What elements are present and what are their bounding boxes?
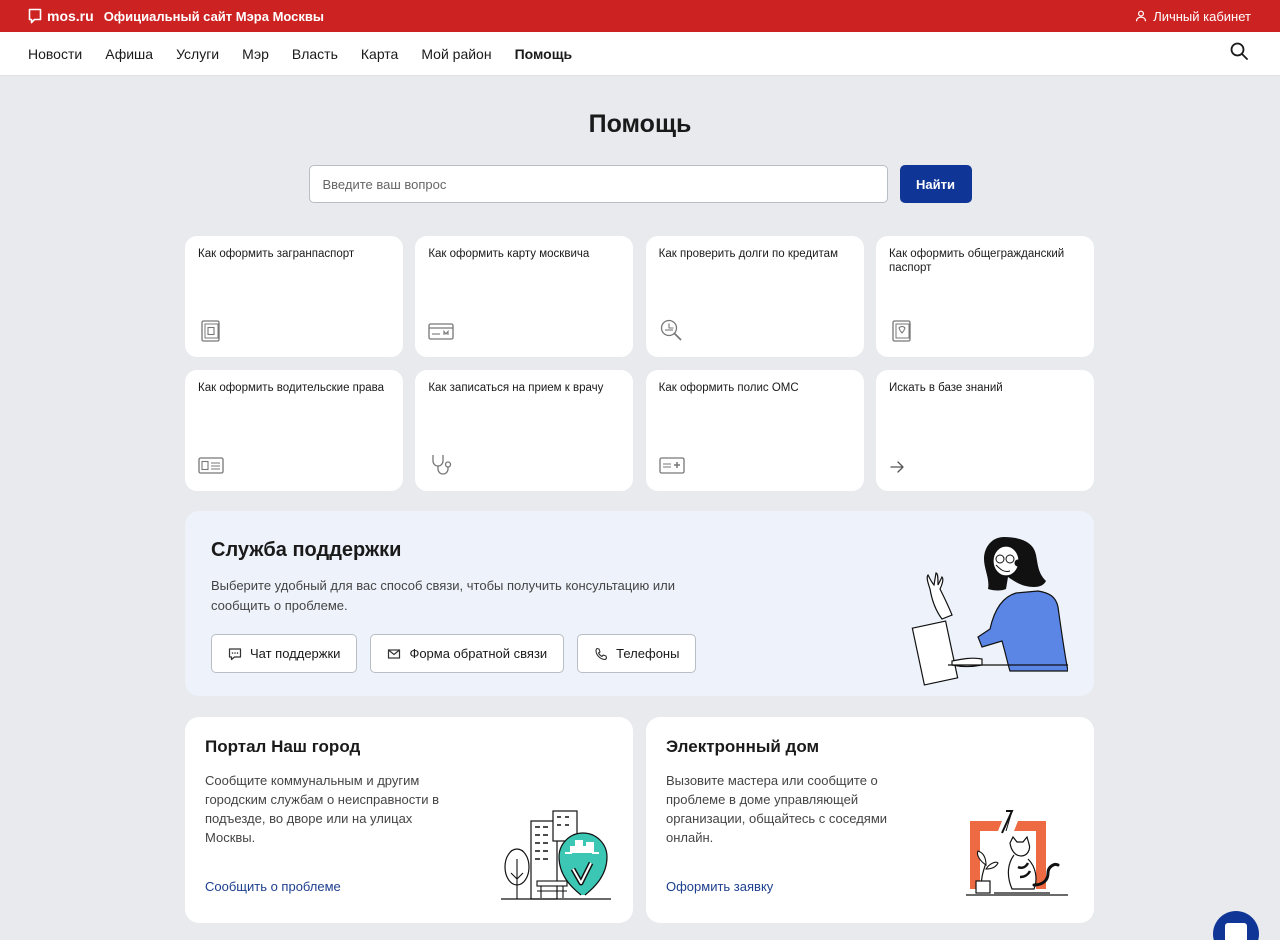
support-phones-button[interactable]: Телефоны [577,634,697,673]
license-icon [198,457,224,474]
help-card-title: Как оформить карту москвича [428,248,590,260]
passport-icon [201,320,220,342]
nav-item-services[interactable]: Услуги [176,46,219,62]
help-card-oms-policy[interactable]: Как оформить полис ОМС [645,370,864,491]
portal-nash-gorod-card: Портал Наш город Сообщите коммунальным и… [185,717,633,923]
passport-emblem-icon [892,320,911,342]
support-description: Выберите удобный для вас способ связи, ч… [211,578,675,613]
help-card-moscow-card[interactable]: Как оформить карту москвича [415,236,634,357]
search-icon[interactable] [1230,42,1248,65]
site-title[interactable]: Официальный сайт Мэра Москвы [104,9,324,24]
help-card-title: Как оформить водительские права [198,382,385,394]
help-card-credit-debts[interactable]: Как проверить долги по кредитам [645,236,864,357]
submit-request-link[interactable]: Оформить заявку [666,879,773,894]
search-input[interactable] [308,165,888,203]
help-card-internal-passport[interactable]: Как оформить общегражданский паспорт [875,236,1094,357]
electronic-house-card: Электронный дом Вызовите мастера или соо… [646,717,1094,923]
arrow-right-icon [890,461,904,473]
phone-icon [595,647,608,660]
nav-item-news[interactable]: Новости [28,46,82,62]
help-card-title: Как оформить загранпаспорт [198,248,355,260]
support-feedback-form-button[interactable]: Форма обратной связи [370,634,565,673]
user-icon [1136,10,1147,22]
medical-card-icon [659,457,685,474]
nav-item-government[interactable]: Власть [292,46,338,62]
mos-logo-icon [28,8,42,24]
top-bar-left: mos.ru Официальный сайт Мэра Москвы [28,8,324,24]
chat-widget-icon [1225,923,1247,940]
edom-title: Электронный дом [666,737,820,756]
mos-logo[interactable]: mos.ru [28,8,94,24]
help-cards-grid: Как оформить загранпаспорт Как оформить … [185,236,1094,491]
help-search: Найти [0,165,1280,203]
support-chat-button[interactable]: Чат поддержки [211,634,358,673]
nav-items: Новости Афиша Услуги Мэр Власть Карта Мо… [28,46,572,62]
portal-description: Сообщите коммунальным и другим городским… [205,773,440,845]
main-nav: Новости Афиша Услуги Мэр Власть Карта Мо… [0,32,1280,76]
help-card-doctor-appointment[interactable]: Как записаться на прием к врачу [415,370,634,491]
logo-text: mos.ru [47,8,94,24]
cabinet-label: Личный кабинет [1153,8,1251,24]
support-button-label: Форма обратной связи [409,646,548,661]
help-card-knowledge-base[interactable]: Искать в базе знаний [875,370,1094,491]
house-cat-illustration [966,810,1068,896]
help-card-title: Как проверить долги по кредитам [658,248,838,260]
nav-item-map[interactable]: Карта [361,46,398,62]
personal-cabinet-link[interactable]: Личный кабинет [1135,9,1251,24]
edom-description: Вызовите мастера или сообщите о проблеме… [666,773,888,845]
nav-item-my-district[interactable]: Мой район [421,46,491,62]
search-button[interactable]: Найти [899,165,972,203]
help-card-title: Как оформить общегражданский паспорт [888,248,1065,274]
city-building-illustration [501,810,611,900]
support-section: Служба поддержки Выберите удобный для ва… [185,511,1094,696]
support-operator-illustration [911,537,1068,686]
nav-item-help[interactable]: Помощь [515,46,573,62]
top-bar: mos.ru Официальный сайт Мэра Москвы Личн… [0,0,1280,32]
stethoscope-icon [432,455,452,475]
help-card-driver-license[interactable]: Как оформить водительские права [185,370,403,491]
help-card-title: Искать в базе знаний [888,382,1003,394]
card-icon [428,323,454,340]
portal-title: Портал Наш город [205,737,361,756]
help-card-title: Как оформить полис ОМС [658,382,799,394]
report-problem-link[interactable]: Сообщить о проблеме [205,879,341,894]
help-card-title: Как записаться на прием к врачу [428,382,604,394]
chat-widget-button[interactable] [1213,911,1259,940]
magnifier-chart-icon [660,319,682,341]
mail-icon [388,648,401,659]
support-button-label: Телефоны [616,646,680,661]
chat-icon [228,647,242,660]
nav-item-afisha[interactable]: Афиша [105,46,153,62]
page-title: Помощь [588,110,692,138]
support-button-label: Чат поддержки [250,646,341,661]
nav-item-mayor[interactable]: Мэр [242,46,269,62]
help-card-passport[interactable]: Как оформить загранпаспорт [185,236,403,357]
